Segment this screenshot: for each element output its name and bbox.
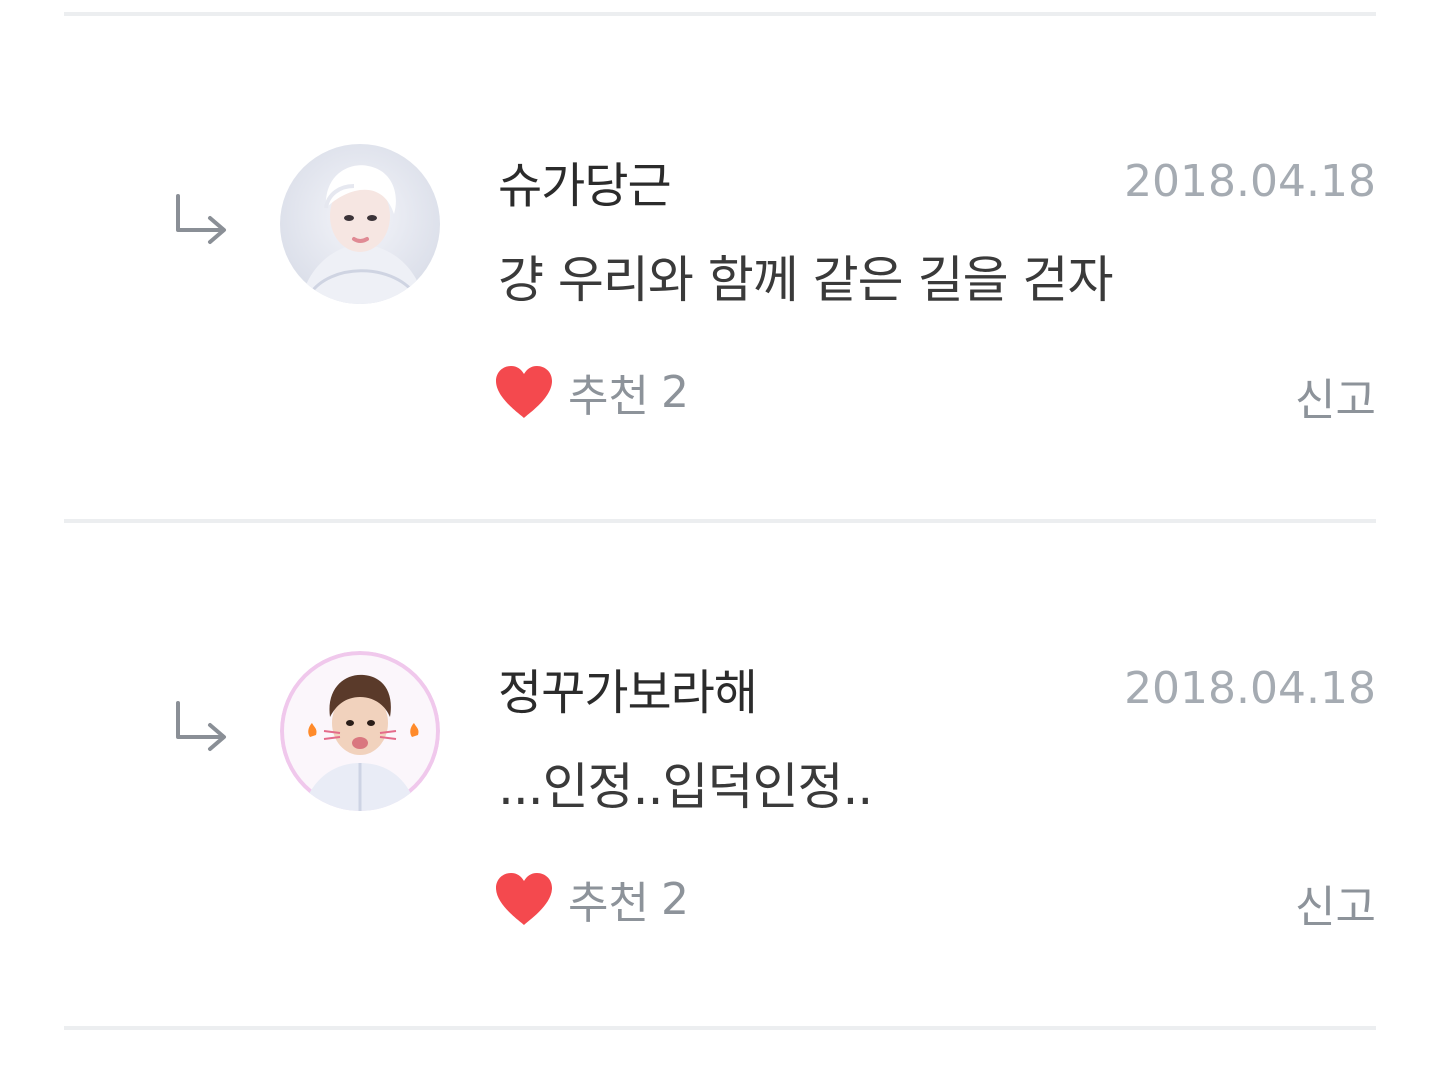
like-button[interactable]: 추천 2 <box>494 360 689 424</box>
report-button[interactable]: 신고 <box>1295 871 1376 935</box>
comment-item: 정꾸가보라해 2018.04.18 ...인정..입덕인정.. 추천 2 신고 <box>0 523 1440 1030</box>
comment-item: 슈가당근 2018.04.18 걍 우리와 함께 같은 길을 걷자 추천 2 신… <box>0 16 1440 523</box>
avatar[interactable] <box>280 651 440 811</box>
report-button[interactable]: 신고 <box>1295 364 1376 428</box>
comment-date: 2018.04.18 <box>1124 663 1376 714</box>
comment-author[interactable]: 슈가당근 <box>498 146 672 216</box>
comment-list: 슈가당근 2018.04.18 걍 우리와 함께 같은 길을 걷자 추천 2 신… <box>0 0 1440 1080</box>
like-button[interactable]: 추천 2 <box>494 867 689 931</box>
like-count: 2 <box>660 873 689 925</box>
avatar[interactable] <box>280 144 440 304</box>
comment-text: ...인정..입덕인정.. <box>498 758 873 816</box>
comment-author[interactable]: 정꾸가보라해 <box>498 653 758 723</box>
reply-arrow-icon <box>176 194 226 244</box>
divider <box>64 1026 1376 1030</box>
avatar-photo <box>280 144 440 304</box>
heart-icon <box>496 366 552 418</box>
comment-date: 2018.04.18 <box>1124 156 1376 207</box>
comment-text: 걍 우리와 함께 같은 길을 걷자 <box>498 251 1113 309</box>
avatar-photo <box>280 651 440 811</box>
reply-arrow-icon <box>176 701 226 751</box>
like-label: 추천 <box>568 371 649 422</box>
like-label: 추천 <box>568 878 649 929</box>
heart-icon <box>496 873 552 925</box>
like-count: 2 <box>660 366 689 418</box>
